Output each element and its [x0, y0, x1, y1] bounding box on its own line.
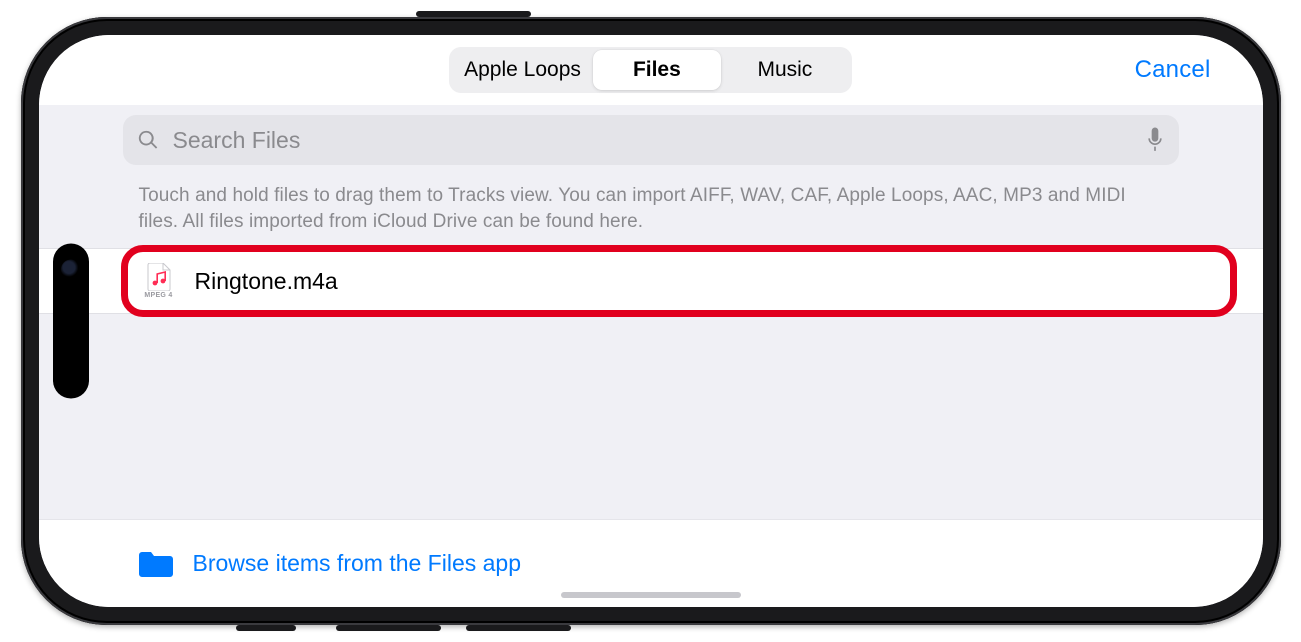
side-button-vol-down: [466, 625, 571, 631]
import-hint-text: Touch and hold files to drag them to Tra…: [39, 177, 1263, 248]
file-row[interactable]: MPEG 4 Ringtone.m4a: [39, 248, 1263, 314]
cancel-button[interactable]: Cancel: [1135, 56, 1211, 84]
home-indicator[interactable]: [561, 592, 741, 598]
file-thumbnail: MPEG 4: [139, 261, 179, 301]
mic-icon[interactable]: [1145, 127, 1165, 153]
screen: Apple Loops Files Music Cancel: [39, 35, 1263, 607]
folder-icon: [139, 549, 173, 579]
file-list: MPEG 4 Ringtone.m4a: [39, 248, 1263, 314]
side-button-silent: [236, 625, 296, 631]
file-ext-label: MPEG 4: [144, 292, 172, 299]
search-icon: [137, 129, 159, 151]
iphone-frame: Apple Loops Files Music Cancel: [21, 17, 1281, 625]
side-button-vol-up: [336, 625, 441, 631]
tab-files[interactable]: Files: [593, 50, 721, 90]
dynamic-island: [53, 244, 89, 399]
source-segmented-control[interactable]: Apple Loops Files Music: [449, 47, 852, 93]
search-field[interactable]: [123, 115, 1179, 165]
file-name: Ringtone.m4a: [195, 268, 338, 295]
search-container: [39, 105, 1263, 177]
audio-file-icon: [144, 263, 174, 291]
tab-music[interactable]: Music: [721, 50, 849, 90]
search-input[interactable]: [173, 127, 1131, 154]
header-bar: Apple Loops Files Music Cancel: [39, 35, 1263, 105]
side-button-power: [416, 11, 531, 17]
tab-apple-loops[interactable]: Apple Loops: [452, 50, 593, 90]
app-content: Apple Loops Files Music Cancel: [39, 35, 1263, 607]
browse-files-label: Browse items from the Files app: [193, 550, 522, 577]
spacer: [39, 314, 1263, 519]
